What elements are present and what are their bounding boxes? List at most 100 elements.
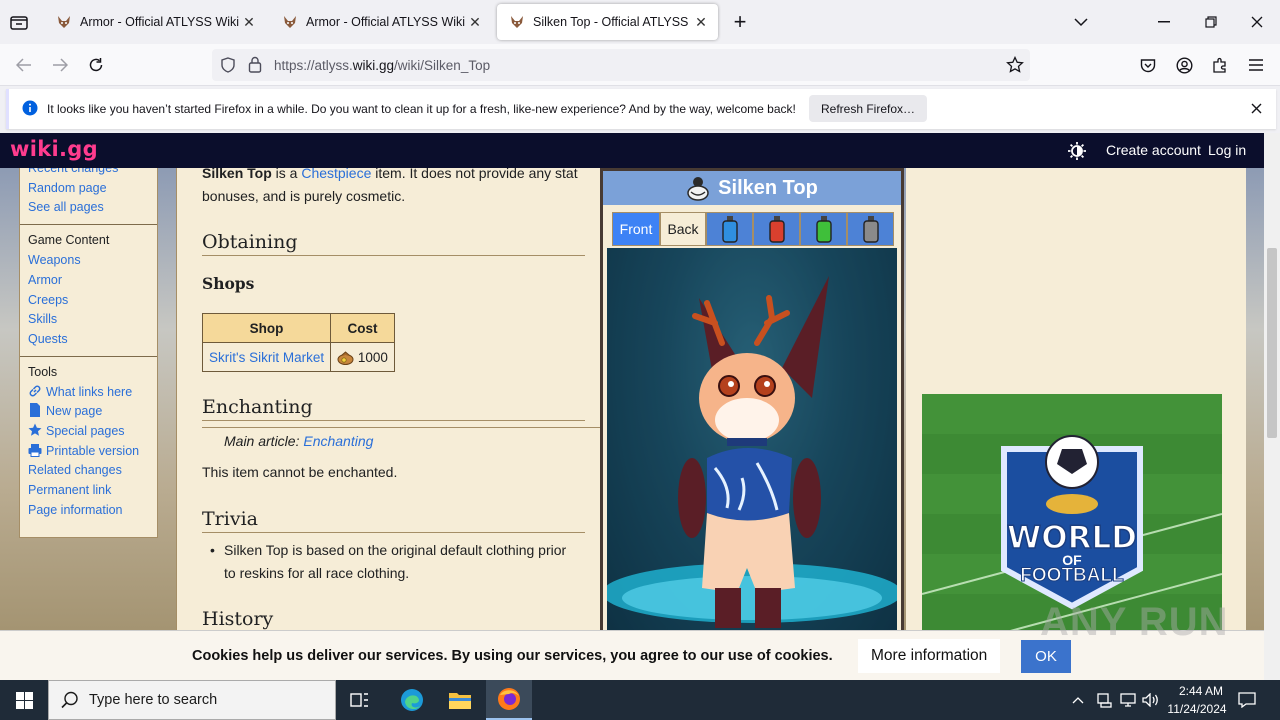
extensions-icon[interactable] <box>1209 54 1231 76</box>
search-placeholder: Type here to search <box>89 692 218 708</box>
edge-browser-icon[interactable] <box>392 680 432 720</box>
sidebar-link-special-pages[interactable]: Special pages <box>28 422 149 442</box>
dye-grey-tab[interactable] <box>847 212 894 246</box>
task-view-icon[interactable] <box>340 680 380 720</box>
sidebar-heading-tools: Tools <box>28 364 58 379</box>
back-icon[interactable] <box>12 54 36 76</box>
printer-icon <box>28 443 42 457</box>
tab-front[interactable]: Front <box>612 212 660 246</box>
close-tab-icon[interactable]: ✕ <box>692 14 710 31</box>
trivia-item: • Silken Top is based on the original de… <box>210 539 580 585</box>
list-all-tabs-icon[interactable] <box>8 12 30 32</box>
close-window-icon[interactable] <box>1245 12 1269 32</box>
sidebar-link-permanent-link[interactable]: Permanent link <box>28 481 149 501</box>
sidebar-link-new-page[interactable]: New page <box>28 402 149 422</box>
sidebar-link-weapons[interactable]: Weapons <box>28 251 149 271</box>
browser-tab[interactable]: Armor - Official ATLYSS Wiki ✕ <box>44 4 266 40</box>
enchanting-link[interactable]: Enchanting <box>303 433 373 449</box>
theme-toggle-icon[interactable] <box>1068 142 1086 163</box>
log-in-link[interactable]: Log in <box>1208 142 1246 158</box>
sidebar-link-recent-changes[interactable]: Recent changes <box>28 168 149 179</box>
potion-icon <box>815 216 832 243</box>
lock-icon[interactable] <box>248 56 262 76</box>
sidebar-link-page-information[interactable]: Page information <box>28 501 149 521</box>
new-tab-button[interactable]: + <box>728 8 752 36</box>
heading-obtaining: Obtaining <box>202 231 585 256</box>
minimize-icon[interactable] <box>1152 12 1176 32</box>
dye-blue-tab[interactable] <box>706 212 753 246</box>
firefox-taskbar-icon[interactable] <box>486 680 532 720</box>
sidebar-link-creeps[interactable]: Creeps <box>28 291 149 311</box>
heading-trivia: Trivia <box>202 508 585 533</box>
wiki-gg-logo[interactable]: wiki.gg <box>10 137 98 161</box>
wiki-sidebar: Recent changes Random page See all pages… <box>19 168 158 538</box>
browser-tab[interactable]: Armor - Official ATLYSS Wiki ✕ <box>270 4 492 40</box>
url-text[interactable]: https://atlyss.wiki.gg/wiki/Silken_Top <box>274 58 490 73</box>
display-icon[interactable] <box>1118 690 1138 710</box>
close-tab-icon[interactable]: ✕ <box>240 14 258 31</box>
file-explorer-icon[interactable] <box>440 680 480 720</box>
potion-icon <box>862 216 879 243</box>
taskbar-search-box[interactable]: Type here to search <box>48 680 336 720</box>
forward-icon[interactable] <box>48 54 72 76</box>
sidebar-link-what-links-here[interactable]: What links here <box>28 383 149 403</box>
anyrun-watermark: ANY RUN <box>1040 600 1229 644</box>
bullet: • <box>210 542 215 558</box>
infobox-title-bar: Silken Top <box>603 171 901 205</box>
sidebar-link-see-all-pages[interactable]: See all pages <box>28 198 149 218</box>
volume-icon[interactable] <box>1141 690 1161 710</box>
tool-label: Special pages <box>46 424 125 439</box>
main-article-note: Main article: Enchanting <box>224 430 373 453</box>
intro-paragraph: Silken Top is a Chestpiece item. It does… <box>202 168 587 208</box>
shield-icon[interactable] <box>220 57 236 76</box>
close-tab-icon[interactable]: ✕ <box>466 14 484 31</box>
sidebar-link-printable-version[interactable]: Printable version <box>28 442 149 462</box>
create-account-link[interactable]: Create account <box>1106 142 1201 158</box>
restore-icon[interactable] <box>1199 12 1223 32</box>
windows-start-icon[interactable] <box>0 680 48 720</box>
more-information-button[interactable]: More information <box>858 639 1001 673</box>
star-icon <box>28 423 42 436</box>
chevron-up-icon[interactable] <box>1068 692 1088 708</box>
chestpiece-link[interactable]: Chestpiece <box>301 168 371 181</box>
chevron-down-icon[interactable] <box>1070 12 1092 32</box>
clock-date[interactable]: 11/24/2024 <box>1164 702 1230 716</box>
account-icon[interactable] <box>1173 54 1195 76</box>
sidebar-link-armor[interactable]: Armor <box>28 271 149 291</box>
sidebar-link-quests[interactable]: Quests <box>28 330 149 350</box>
heading-shops: Shops <box>202 274 255 293</box>
sidebar-link-related-changes[interactable]: Related changes <box>28 461 149 481</box>
pocket-icon[interactable] <box>1137 54 1159 76</box>
browser-nav-bar: https://atlyss.wiki.gg/wiki/Silken_Top <box>0 44 1280 86</box>
address-bar[interactable]: https://atlyss.wiki.gg/wiki/Silken_Top <box>212 49 1030 81</box>
page-scrollbar[interactable] <box>1264 133 1280 680</box>
page-icon <box>30 403 40 418</box>
clock-time[interactable]: 2:44 AM <box>1173 684 1229 698</box>
skrit-market-link[interactable]: Skrit's Sikrit Market <box>209 350 324 365</box>
url-domain: wiki.gg <box>352 57 395 73</box>
dye-green-tab[interactable] <box>800 212 847 246</box>
sidebar-link-random-page[interactable]: Random page <box>28 179 149 199</box>
reload-icon[interactable] <box>84 54 108 76</box>
menu-icon[interactable] <box>1245 54 1267 76</box>
article-content: Silken Top is a Chestpiece item. It does… <box>176 168 602 630</box>
page-content-area: Recent changes Random page See all pages… <box>0 168 1264 630</box>
shop-table-header: Cost <box>330 313 395 343</box>
close-icon[interactable] <box>1251 102 1262 117</box>
notification-text: It looks like you haven’t started Firefo… <box>47 102 796 116</box>
advertisement[interactable]: WORLD OF FOOTBALL <box>922 394 1222 630</box>
network-icon[interactable] <box>1094 690 1114 710</box>
notification-center-icon[interactable] <box>1236 690 1258 710</box>
bookmark-star-icon[interactable] <box>1006 55 1024 77</box>
refresh-firefox-button[interactable]: Refresh Firefox… <box>809 95 928 122</box>
infobox-tabs: Front Back <box>612 212 895 246</box>
tab-title: Silken Top - Official ATLYSS Wiki <box>533 15 692 29</box>
wiki-favicon-icon <box>58 16 70 28</box>
dye-red-tab[interactable] <box>753 212 800 246</box>
sidebar-link-skills[interactable]: Skills <box>28 310 149 330</box>
enchant-text: This item cannot be enchanted. <box>202 464 398 480</box>
tab-back[interactable]: Back <box>660 212 706 246</box>
intro-text: is a <box>271 168 302 181</box>
item-icon <box>687 177 709 201</box>
browser-tab-active[interactable]: Silken Top - Official ATLYSS Wiki ✕ <box>497 4 718 40</box>
